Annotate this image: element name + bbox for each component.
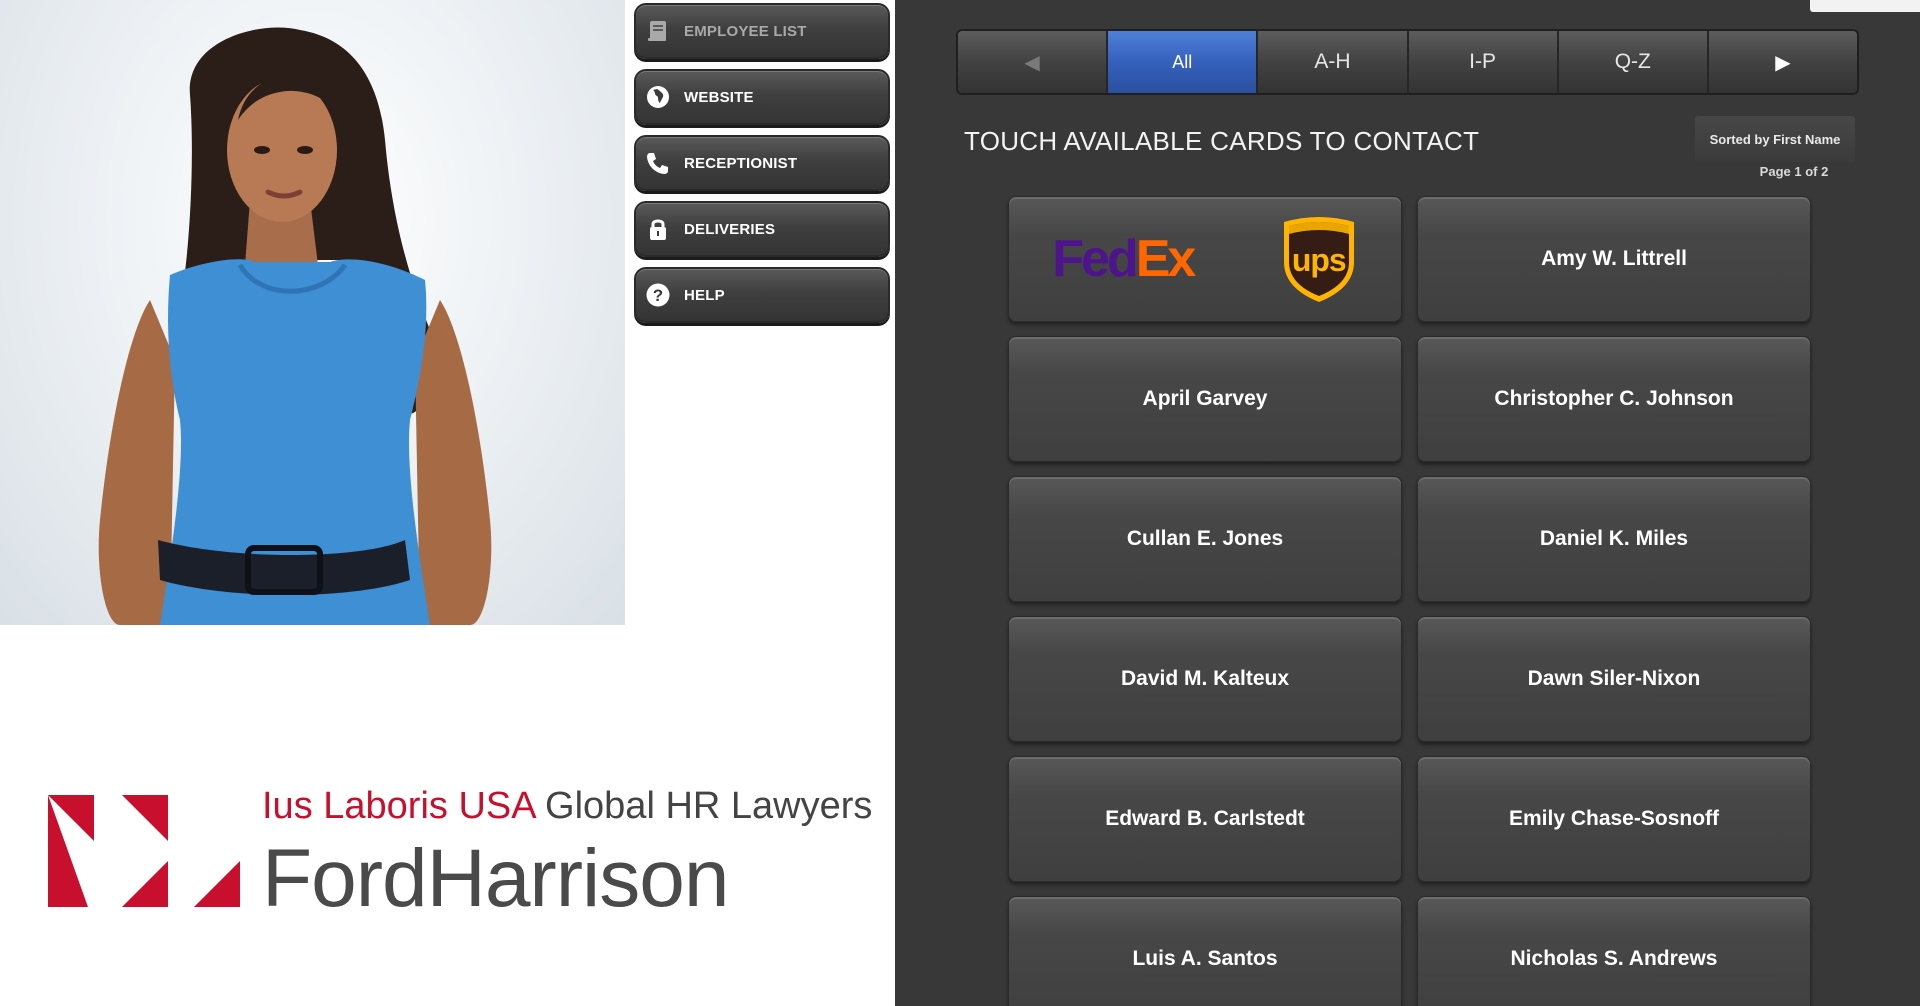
fedex-logo: FedEx [1052, 229, 1197, 289]
contact-name: Emily Chase-Sosnoff [1508, 807, 1720, 830]
main-nav: EMPLOYEE LIST WEBSITE RECEPTIONIST DELIV… [634, 3, 890, 333]
tab-i-p-label: I-P [1469, 50, 1497, 73]
brand-name: FordHarrison [262, 833, 729, 924]
globe-icon [644, 83, 672, 111]
ups-logo: ups [1280, 214, 1358, 304]
directory-panel: ◀ All A-H I-P Q-Z ▶ TOUCH AVAILABLE CARD… [895, 0, 1920, 1006]
tab-q-z[interactable]: Q-Z [1558, 31, 1709, 93]
contact-name: Amy W. Littrell [1541, 247, 1687, 270]
contact-card[interactable]: David M. Kalteux [1008, 616, 1402, 742]
help-label: HELP [684, 286, 725, 304]
contact-card[interactable]: Dawn Siler-Nixon [1417, 616, 1811, 742]
arrow-right-icon: ▶ [1775, 51, 1791, 74]
phone-icon [644, 149, 672, 177]
tagline-global-hr: Global HR Lawyers [534, 785, 873, 827]
contact-card[interactable]: April Garvey [1008, 336, 1402, 462]
contact-name: Daniel K. Miles [1539, 527, 1689, 550]
contact-card[interactable]: Nicholas S. Andrews [1417, 896, 1811, 1006]
next-page-button[interactable]: ▶ [1708, 31, 1857, 93]
book-icon [644, 17, 672, 45]
tab-a-h[interactable]: A-H [1258, 31, 1409, 93]
contact-name: Christopher C. Johnson [1494, 387, 1734, 410]
contact-card[interactable]: Emily Chase-Sosnoff [1417, 756, 1811, 882]
page-heading: TOUCH AVAILABLE CARDS TO CONTACT [964, 126, 1480, 156]
deliveries-card[interactable]: FedEx ups [1008, 196, 1402, 322]
deliveries-label: DELIVERIES [684, 220, 776, 238]
deliveries-button[interactable]: DELIVERIES [634, 201, 890, 257]
tagline: Ius Laboris USA Global HR Lawyers [262, 785, 872, 828]
previous-page-button[interactable]: ◀ [958, 31, 1109, 93]
tab-i-p[interactable]: I-P [1408, 31, 1559, 93]
company-logo-area: Ius Laboris USA Global HR Lawyers FordHa… [0, 625, 895, 1006]
contact-card[interactable]: Cullan E. Jones [1008, 476, 1402, 602]
contact-name: April Garvey [1142, 387, 1268, 410]
contact-name: Nicholas S. Andrews [1510, 947, 1718, 970]
contact-name: Luis A. Santos [1132, 947, 1278, 970]
tab-q-z-label: Q-Z [1614, 50, 1651, 73]
fordharrison-logo-mark [48, 795, 240, 907]
website-label: WEBSITE [684, 88, 754, 106]
tab-all[interactable]: All [1108, 31, 1259, 93]
receptionist-video [0, 0, 625, 625]
tab-a-h-label: A-H [1314, 50, 1351, 73]
corner-tab[interactable] [1810, 0, 1920, 12]
employee-list-label: EMPLOYEE LIST [684, 22, 807, 40]
arrow-left-icon: ◀ [1024, 51, 1040, 74]
sort-order-badge[interactable]: Sorted by First Name [1695, 116, 1855, 162]
contact-card[interactable]: Christopher C. Johnson [1417, 336, 1811, 462]
contact-card[interactable]: Amy W. Littrell [1417, 196, 1811, 322]
page-indicator: Page 1 of 2 [1759, 164, 1829, 179]
lock-icon [644, 215, 672, 243]
contact-name: Dawn Siler-Nixon [1527, 667, 1701, 690]
ups-logo-text: ups [1291, 242, 1347, 278]
help-icon: ? [644, 281, 672, 309]
website-button[interactable]: WEBSITE [634, 69, 890, 125]
tagline-ius-laboris: Ius Laboris USA [262, 785, 535, 827]
contact-card[interactable]: Luis A. Santos [1008, 896, 1402, 1006]
employee-list-button[interactable]: EMPLOYEE LIST [634, 3, 890, 59]
fedex-logo-fed: Fed [1052, 230, 1138, 288]
fedex-logo-ex: Ex [1135, 230, 1197, 288]
contact-name: Cullan E. Jones [1126, 527, 1284, 550]
alphabet-filter-tabs: ◀ All A-H I-P Q-Z ▶ [956, 29, 1859, 95]
contact-name: David M. Kalteux [1120, 667, 1290, 690]
receptionist-button[interactable]: RECEPTIONIST [634, 135, 890, 191]
svg-text:?: ? [653, 286, 663, 305]
receptionist-label: RECEPTIONIST [684, 154, 798, 172]
help-button[interactable]: ? HELP [634, 267, 890, 323]
contact-card[interactable]: Daniel K. Miles [1417, 476, 1811, 602]
receptionist-figure [98, 27, 492, 625]
tab-all-label: All [1172, 51, 1193, 72]
contact-name: Edward B. Carlstedt [1105, 807, 1305, 830]
contact-card[interactable]: Edward B. Carlstedt [1008, 756, 1402, 882]
